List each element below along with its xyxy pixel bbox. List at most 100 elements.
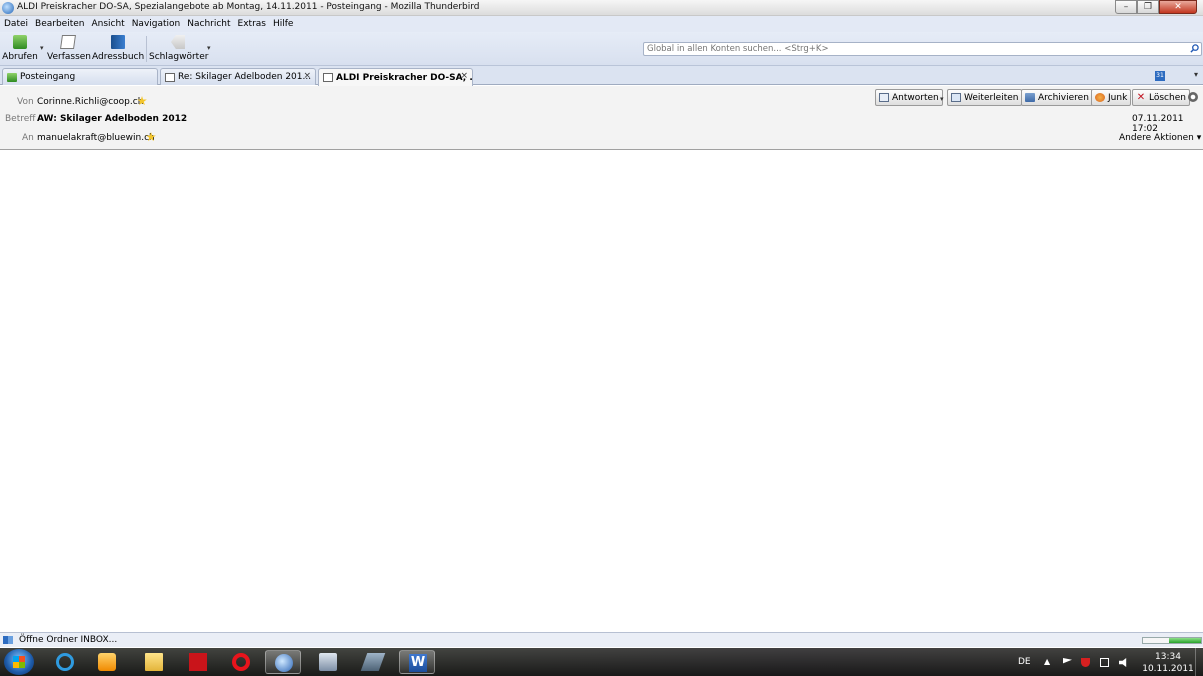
from-address[interactable]: Corinne.Richli@coop.ch: [37, 97, 143, 107]
global-search[interactable]: [643, 42, 1202, 56]
menu-ansicht[interactable]: Ansicht: [91, 19, 124, 29]
window-title: ALDI Preiskracher DO-SA, Spezialangebote…: [17, 2, 480, 12]
tray-expand-icon[interactable]: ▲: [1044, 657, 1050, 676]
minimize-button[interactable]: –: [1115, 0, 1137, 14]
thunderbird-icon: [275, 654, 293, 672]
mail-icon: [165, 72, 175, 82]
to-address[interactable]: manuelakraft@bluewin.ch: [37, 133, 155, 143]
menu-hilfe[interactable]: Hilfe: [273, 19, 293, 29]
delete-label: Löschen: [1149, 92, 1186, 103]
forward-icon: [951, 93, 961, 102]
taskbar-camera-app[interactable]: [310, 650, 346, 674]
archive-button[interactable]: Archivieren: [1021, 89, 1093, 106]
subject-label: Betreff: [5, 114, 36, 124]
clock-date: 10.11.2011: [1142, 664, 1194, 674]
get-mail-button[interactable]: Abrufen: [2, 34, 38, 62]
tags-button[interactable]: Schlagwörter: [149, 34, 209, 62]
taskbar-app[interactable]: [355, 650, 391, 674]
internet-explorer-icon: [56, 653, 74, 671]
write-label: Verfassen: [47, 52, 91, 62]
subject: AW: Skilager Adelboden 2012: [37, 114, 188, 124]
tab-aldi[interactable]: ALDI Preiskracher DO-SA, ... ×: [318, 68, 473, 86]
action-center-flag-icon[interactable]: [1063, 658, 1072, 664]
archive-icon: [1025, 93, 1035, 102]
reply-label: Antworten: [892, 92, 939, 103]
get-mail-dropdown[interactable]: ▾: [40, 44, 44, 52]
windows-logo-icon: [13, 656, 25, 668]
forward-button[interactable]: Weiterleiten: [947, 89, 1023, 106]
to-label: An: [22, 133, 34, 143]
archive-label: Archivieren: [1038, 92, 1089, 103]
address-book-icon: [111, 35, 125, 49]
other-actions-button[interactable]: Andere Aktionen ▾: [1119, 133, 1201, 143]
junk-button[interactable]: Junk: [1091, 89, 1132, 106]
calendar-icon[interactable]: 31: [1155, 71, 1165, 81]
menu-bearbeiten[interactable]: Bearbeiten: [35, 19, 84, 29]
write-icon: [60, 35, 76, 49]
security-shield-icon[interactable]: [1081, 658, 1090, 667]
mail-icon: [323, 73, 333, 82]
taskbar-opera[interactable]: [223, 650, 259, 674]
camera-icon: [319, 653, 337, 671]
maximize-button[interactable]: ❐: [1137, 0, 1159, 14]
taskbar-media-player[interactable]: [89, 650, 125, 674]
gear-icon[interactable]: [1188, 92, 1198, 102]
tab-list-dropdown-icon[interactable]: ▾: [1190, 70, 1202, 82]
junk-label: Junk: [1108, 92, 1128, 103]
tab-skilager[interactable]: Re: Skilager Adelboden 201... ×: [160, 68, 316, 85]
menu-extras[interactable]: Extras: [238, 19, 266, 29]
windows-taskbar: W DE ▲ 13:34 10.11.2011: [0, 648, 1203, 676]
search-icon[interactable]: [1190, 44, 1199, 53]
tags-label: Schlagwörter: [149, 52, 209, 62]
system-clock[interactable]: 13:34 10.11.2011: [1140, 651, 1196, 675]
reply-dropdown[interactable]: ▾: [940, 95, 944, 103]
menu-bar: Datei Bearbeiten Ansicht Navigation Nach…: [0, 16, 1203, 32]
volume-icon[interactable]: [1119, 658, 1127, 667]
status-text: Öffne Ordner INBOX...: [19, 635, 118, 645]
media-player-icon: [98, 653, 116, 671]
app-icon: [360, 653, 386, 671]
tab-label: Re: Skilager Adelboden 201...: [178, 72, 312, 82]
taskbar-acrobat[interactable]: [180, 650, 216, 674]
menu-nachricht[interactable]: Nachricht: [187, 19, 230, 29]
thunderbird-icon: [2, 2, 14, 14]
title-bar: ALDI Preiskracher DO-SA, Spezialangebote…: [0, 0, 1203, 16]
progress-bar: [1142, 637, 1202, 644]
acrobat-icon: [189, 653, 207, 671]
tab-label: Posteingang: [20, 72, 76, 82]
status-bar: Öffne Ordner INBOX...: [0, 632, 1203, 647]
taskbar-internet-explorer[interactable]: [47, 650, 83, 674]
window-controls: – ❐ ✕: [1115, 0, 1197, 14]
reply-button[interactable]: Antworten: [875, 89, 943, 106]
menu-navigation[interactable]: Navigation: [132, 19, 181, 29]
address-book-button[interactable]: Adressbuch: [92, 34, 144, 62]
tab-close-icon[interactable]: ×: [303, 71, 311, 81]
language-indicator[interactable]: DE: [1018, 657, 1031, 676]
tab-inbox[interactable]: Posteingang: [2, 68, 158, 85]
show-desktop-button[interactable]: [1195, 648, 1203, 676]
folder-icon: [145, 653, 163, 671]
taskbar-explorer[interactable]: [136, 650, 172, 674]
search-input[interactable]: [647, 43, 1177, 55]
write-button[interactable]: Verfassen: [47, 34, 91, 62]
taskbar-word[interactable]: W: [399, 650, 435, 674]
message-header: Von Corinne.Richli@coop.ch Betreff AW: S…: [0, 86, 1203, 150]
opera-icon: [232, 653, 250, 671]
online-status-icon[interactable]: [3, 636, 13, 644]
reply-icon: [879, 93, 889, 102]
tab-close-icon[interactable]: ×: [460, 71, 468, 81]
toolbar-separator: [146, 36, 147, 62]
delete-button[interactable]: ✕ Löschen: [1132, 89, 1190, 106]
start-button[interactable]: [4, 649, 34, 675]
word-icon: W: [409, 654, 427, 672]
get-mail-icon: [13, 35, 27, 49]
close-button[interactable]: ✕: [1159, 0, 1197, 14]
other-actions-label: Andere Aktionen: [1119, 133, 1194, 143]
tags-dropdown[interactable]: ▾: [207, 44, 211, 52]
inbox-icon: [7, 72, 17, 82]
menu-datei[interactable]: Datei: [4, 19, 28, 29]
network-icon[interactable]: [1100, 658, 1109, 667]
taskbar-thunderbird[interactable]: [265, 650, 301, 674]
forward-label: Weiterleiten: [964, 92, 1019, 103]
message-body[interactable]: [0, 151, 1203, 631]
